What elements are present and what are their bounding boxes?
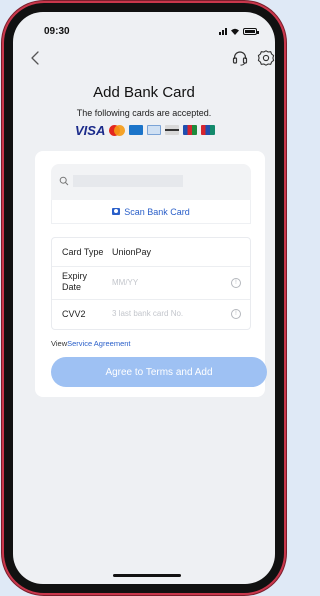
jcb-logo: [183, 125, 198, 135]
agreement-text: ViewService Agreement: [51, 339, 131, 348]
status-time: 09:30: [44, 26, 70, 37]
card-brand-5-logo: [165, 125, 180, 135]
expiry-date-input[interactable]: [112, 278, 222, 287]
home-indicator: [113, 574, 181, 577]
expiry-info-icon[interactable]: !: [231, 278, 241, 288]
card-number-box[interactable]: [51, 164, 251, 200]
mastercard-logo: [109, 124, 126, 136]
signal-icon: [219, 28, 227, 35]
page-subtitle: The following cards are accepted.: [76, 108, 212, 118]
wifi-icon: [231, 28, 239, 35]
status-icons: [219, 27, 259, 35]
visa-logo: VISA: [75, 122, 106, 138]
card-type-label: Card Type: [62, 247, 104, 257]
card-brand-3-logo: [129, 125, 144, 135]
cvv-info-icon[interactable]: !: [231, 309, 241, 319]
expiry-label: Expiry Date: [62, 271, 87, 293]
card-type-row: Card Type UnionPay: [52, 238, 250, 267]
unionpay-logo: [201, 125, 216, 135]
card-details-form: Card Type UnionPay Expiry Date ! CVV2 !: [51, 237, 251, 330]
battery-icon: [243, 28, 259, 35]
page-title: Add Bank Card: [93, 84, 195, 101]
cvv-label: CVV2: [62, 309, 86, 319]
search-icon: [59, 176, 69, 186]
expiry-label-line2: Date: [62, 282, 82, 292]
cvv-row: CVV2 !: [52, 300, 250, 329]
back-button[interactable]: [27, 48, 45, 68]
card-type-value: UnionPay: [112, 247, 152, 257]
scan-label: Scan Bank Card: [124, 206, 190, 217]
card-number-input[interactable]: [73, 175, 183, 187]
status-bar: 09:30: [13, 12, 275, 44]
gear-icon[interactable]: [257, 49, 275, 67]
expiry-row: Expiry Date !: [52, 267, 250, 300]
expiry-label-line1: Expiry: [62, 271, 88, 281]
cvv-input[interactable]: [112, 309, 222, 318]
camera-icon: [112, 208, 121, 215]
headset-icon[interactable]: [231, 49, 249, 67]
screen: 09:30 Add Bank Card The following cards …: [13, 12, 275, 584]
card-brand-4-logo: [147, 125, 162, 135]
card-form-panel: Scan Bank Card Card Type UnionPay Expiry…: [35, 151, 267, 397]
agree-and-add-button[interactable]: Agree to Terms and Add: [51, 357, 267, 387]
accepted-cards: VISA: [75, 122, 216, 138]
service-agreement-link[interactable]: Service Agreement: [67, 339, 130, 348]
scan-bank-card-button[interactable]: Scan Bank Card: [51, 200, 251, 224]
agreement-prefix: View: [51, 339, 68, 348]
